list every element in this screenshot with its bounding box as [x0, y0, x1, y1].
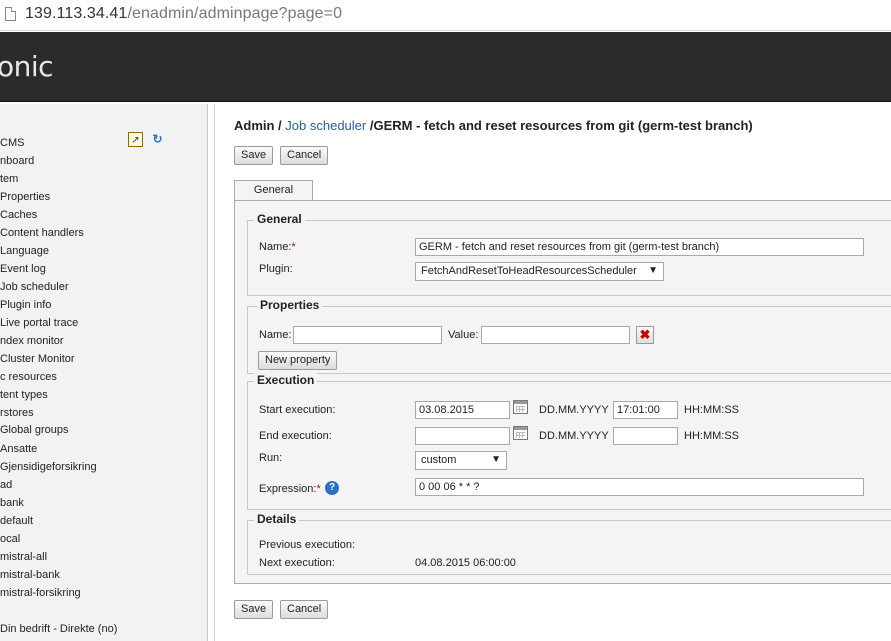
- execution-fieldset: Execution Start execution: 03.08.2015 DD…: [247, 373, 891, 510]
- end-date-input[interactable]: [415, 427, 510, 445]
- properties-fieldset: Properties Name: Value: ✖ New property: [247, 298, 891, 374]
- cancel-button-top[interactable]: Cancel: [280, 146, 329, 165]
- property-value-input[interactable]: [481, 326, 630, 344]
- end-time-input[interactable]: [613, 427, 678, 445]
- start-date-format: DD.MM.YYYY: [539, 404, 609, 416]
- next-execution-label: Next execution:: [259, 557, 335, 569]
- sidebar-item[interactable]: Plugin info: [0, 299, 51, 311]
- url-host: 139.113.34.41: [25, 5, 128, 22]
- previous-execution-label: Previous execution:: [259, 539, 355, 551]
- run-select-value: custom: [421, 454, 457, 466]
- details-legend: Details: [254, 512, 300, 526]
- sidebar-item[interactable]: Cluster Monitor: [0, 353, 75, 365]
- sidebar-item[interactable]: ndex monitor: [0, 335, 64, 347]
- url-text[interactable]: 139.113.34.41/enadmin/adminpage?page=0: [25, 5, 342, 23]
- property-name-input[interactable]: [293, 326, 442, 344]
- run-label: Run:: [259, 452, 283, 464]
- app-header: onic: [0, 32, 891, 102]
- sidebar-item[interactable]: Content handlers: [0, 227, 84, 239]
- logo: onic: [0, 50, 54, 83]
- sidebar-item[interactable]: Global groups: [0, 424, 69, 436]
- sidebar-item[interactable]: Ansatte: [0, 443, 37, 455]
- sidebar-item[interactable]: ad: [0, 479, 12, 491]
- breadcrumb-current: /GERM - fetch and reset resources from g…: [369, 118, 753, 133]
- start-date-input[interactable]: 03.08.2015: [415, 401, 510, 419]
- sidebar-item[interactable]: rstores: [0, 407, 34, 419]
- sidebar-item[interactable]: mistral-bank: [0, 569, 60, 581]
- start-time-format: HH:MM:SS: [684, 404, 739, 416]
- name-label: Name:*: [259, 241, 296, 253]
- expression-label: Expression:*: [259, 483, 321, 495]
- breadcrumb-link-job-scheduler[interactable]: Job scheduler: [285, 118, 366, 133]
- properties-legend: Properties: [257, 298, 323, 312]
- url-path: /enadmin/adminpage?page=0: [127, 5, 343, 22]
- general-tab-panel: General Name:* GERM - fetch and reset re…: [234, 200, 891, 584]
- plugin-select-value: FetchAndResetToHeadResourcesScheduler: [421, 265, 637, 277]
- end-execution-label: End execution:: [259, 430, 332, 442]
- chevron-down-icon: ▼: [491, 454, 501, 465]
- refresh-icon[interactable]: ↻: [150, 132, 165, 147]
- sidebar-item[interactable]: tem: [0, 173, 18, 185]
- sidebar-item[interactable]: Event log: [0, 263, 46, 275]
- sidebar: CMS nboard tem Properties Caches Content hand…: [0, 104, 208, 641]
- save-button-bottom[interactable]: Save: [234, 600, 274, 619]
- sidebar-item[interactable]: mistral-all: [0, 551, 47, 563]
- sidebar-item[interactable]: nboard: [0, 155, 34, 167]
- general-legend: General: [254, 212, 305, 226]
- general-fieldset: General Name:* GERM - fetch and reset re…: [247, 212, 891, 296]
- end-time-format: HH:MM:SS: [684, 430, 739, 442]
- sidebar-item[interactable]: Job scheduler: [0, 281, 69, 293]
- breadcrumb: Admin / Job scheduler /GERM - fetch and …: [234, 118, 753, 133]
- breadcrumb-root: Admin /: [234, 118, 282, 133]
- start-time-input[interactable]: 17:01:00: [613, 401, 678, 419]
- main-content: Admin / Job scheduler /GERM - fetch and …: [216, 104, 891, 641]
- sidebar-item[interactable]: ocal: [0, 533, 20, 545]
- page-icon: [5, 7, 16, 21]
- end-date-format: DD.MM.YYYY: [539, 430, 609, 442]
- delete-icon[interactable]: ✖: [636, 326, 654, 344]
- execution-legend: Execution: [254, 373, 318, 387]
- sidebar-item[interactable]: bank: [0, 497, 24, 509]
- property-value-label: Value:: [448, 329, 479, 341]
- sidebar-item[interactable]: mistral-forsikring: [0, 587, 81, 599]
- sidebar-item[interactable]: Live portal trace: [0, 317, 78, 329]
- calendar-icon[interactable]: [513, 426, 528, 440]
- sidebar-item[interactable]: Din bedrift - Direkte (no): [0, 623, 117, 635]
- details-fieldset: Details Previous execution: Next executi…: [247, 512, 891, 575]
- name-input[interactable]: GERM - fetch and reset resources from gi…: [415, 238, 864, 256]
- sidebar-item[interactable]: Gjensidigeforsikring: [0, 461, 97, 473]
- plugin-label: Plugin:: [259, 263, 293, 275]
- help-icon[interactable]: ?: [325, 481, 339, 495]
- calendar-icon[interactable]: [513, 400, 528, 414]
- start-execution-label: Start execution:: [259, 404, 336, 416]
- property-name-label: Name:: [259, 329, 292, 341]
- sidebar-item[interactable]: Language: [0, 245, 49, 257]
- sidebar-item[interactable]: Caches: [0, 209, 37, 221]
- sidebar-item[interactable]: Properties: [0, 191, 50, 203]
- sidebar-item[interactable]: CMS: [0, 137, 24, 149]
- next-execution-value: 04.08.2015 06:00:00: [415, 557, 516, 569]
- sidebar-item[interactable]: tent types: [0, 389, 48, 401]
- plugin-select[interactable]: FetchAndResetToHeadResourcesScheduler ▼: [415, 262, 664, 281]
- chevron-down-icon: ▼: [648, 265, 658, 276]
- browser-url-bar[interactable]: 139.113.34.41/enadmin/adminpage?page=0: [0, 0, 891, 31]
- sidebar-splitter[interactable]: [208, 104, 215, 641]
- expression-input[interactable]: 0 00 06 * * ?: [415, 478, 864, 496]
- export-icon[interactable]: ↗: [128, 132, 143, 147]
- sidebar-item[interactable]: default: [0, 515, 33, 527]
- cancel-button-bottom[interactable]: Cancel: [280, 600, 329, 619]
- run-select[interactable]: custom ▼: [415, 451, 507, 470]
- tab-general[interactable]: General: [234, 180, 313, 201]
- sidebar-item[interactable]: c resources: [0, 371, 57, 383]
- save-button-top[interactable]: Save: [234, 146, 274, 165]
- new-property-button[interactable]: New property: [258, 351, 338, 370]
